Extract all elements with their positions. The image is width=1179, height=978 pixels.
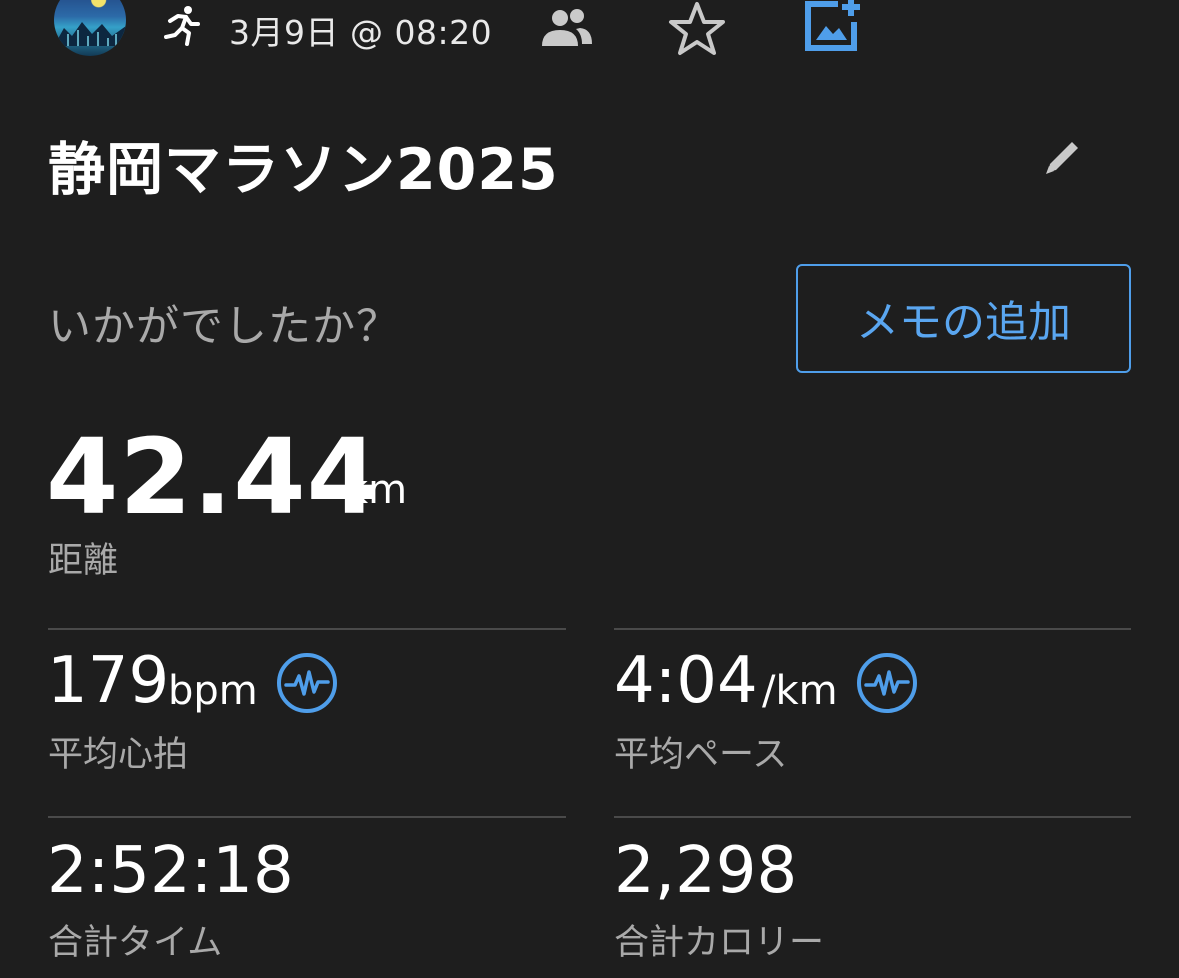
distance-unit: km — [345, 467, 408, 513]
feedback-prompt: いかがでしたか？ — [48, 302, 400, 352]
avg-pace-value: 4:04 — [614, 644, 758, 718]
avatar-mountain-graphic — [54, 22, 126, 46]
total-calories-value: 2,298 — [614, 834, 798, 908]
divider — [614, 816, 1131, 818]
avg-heart-rate-unit: bpm — [168, 668, 258, 714]
avg-pace-unit: /km — [762, 668, 838, 714]
avg-pace-label: 平均ペース — [614, 735, 788, 775]
distance-value: 42.44 — [46, 416, 380, 538]
avatar[interactable] — [54, 0, 126, 56]
heart-rate-icon[interactable] — [856, 652, 918, 714]
activity-title: 静岡マラソン2025 — [48, 137, 559, 203]
star-icon[interactable] — [666, 0, 728, 58]
avg-heart-rate-label: 平均心拍 — [48, 735, 189, 775]
add-photo-icon[interactable] — [802, 0, 866, 54]
divider — [48, 628, 566, 630]
people-icon[interactable] — [540, 6, 594, 48]
running-icon — [164, 6, 200, 46]
avg-heart-rate-value: 179 — [47, 644, 170, 718]
divider — [48, 816, 566, 818]
total-time-value: 2:52:18 — [47, 834, 294, 908]
divider — [614, 628, 1131, 630]
add-memo-button[interactable]: メモの追加 — [796, 264, 1131, 373]
total-time-label: 合計タイム — [48, 923, 223, 963]
heart-rate-icon[interactable] — [276, 652, 338, 714]
total-calories-label: 合計カロリー — [614, 923, 825, 963]
pencil-icon[interactable] — [1040, 134, 1086, 180]
activity-datetime: 3月9日 @ 08:20 — [229, 13, 493, 52]
distance-label: 距離 — [48, 541, 119, 581]
